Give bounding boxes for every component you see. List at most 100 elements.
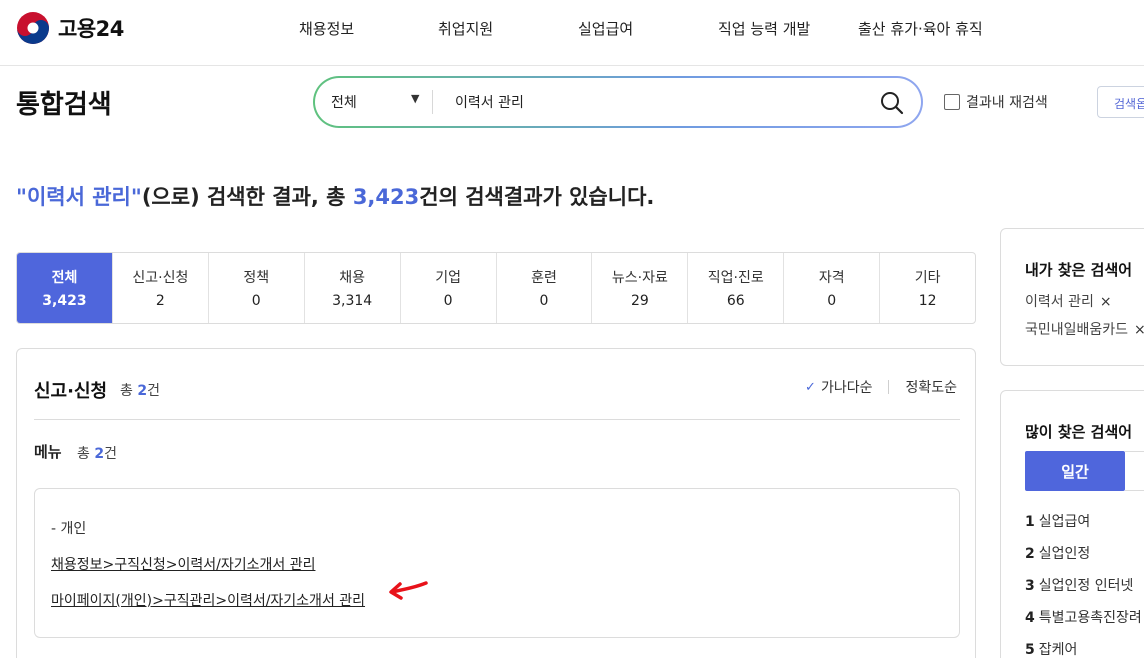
tab-news[interactable]: 뉴스·자료 29 bbox=[592, 253, 689, 323]
tab-count: 0 bbox=[827, 293, 837, 309]
gnb-item-unemployment-benefit[interactable]: 실업급여 bbox=[578, 18, 633, 39]
tab-recruitment[interactable]: 채용 3,314 bbox=[305, 253, 401, 323]
triangle-down-icon[interactable]: ▼ bbox=[411, 92, 419, 105]
tab-count: 66 bbox=[726, 293, 745, 309]
section-total-count: 2 bbox=[137, 383, 148, 399]
menu-link-mypage-resume[interactable]: 마이페이지(개인)>구직관리>이력서/자기소개서 관리 bbox=[51, 590, 365, 610]
tab-count: 0 bbox=[539, 293, 549, 309]
tab-label: 기타 bbox=[914, 270, 941, 286]
section-divider bbox=[34, 419, 960, 420]
tab-count: 0 bbox=[443, 293, 453, 309]
tab-label: 채용 bbox=[339, 270, 366, 286]
gnb-item-vocational-training[interactable]: 직업 능력 개발 bbox=[718, 18, 810, 39]
popular-search-item[interactable]: 4 특별고용촉진장려 bbox=[1025, 607, 1142, 627]
popular-term[interactable]: 실업급여 bbox=[1039, 514, 1091, 530]
popular-term[interactable]: 실업인정 bbox=[1039, 546, 1091, 562]
page-title: 통합검색 bbox=[16, 90, 112, 120]
recent-searches-panel: 내가 찾은 검색어 이력서 관리 × 국민내일배움카드 × bbox=[1000, 228, 1144, 366]
tab-count: 0 bbox=[251, 293, 261, 309]
brand-name: 고용24 bbox=[58, 17, 124, 41]
scope-divider bbox=[432, 90, 433, 114]
popular-rank: 2 bbox=[1025, 546, 1035, 562]
recent-search-term[interactable]: 이력서 관리 bbox=[1025, 294, 1094, 310]
summary-keyword: 이력서 관리 bbox=[26, 185, 131, 209]
tab-count: 3,314 bbox=[332, 293, 373, 309]
tab-career[interactable]: 직업·진로 66 bbox=[688, 253, 785, 323]
recent-search-item[interactable]: 이력서 관리 × bbox=[1025, 291, 1112, 311]
tab-label: 전체 bbox=[51, 270, 78, 286]
popular-searches-title: 많이 찾은 검색어 bbox=[1025, 423, 1133, 441]
tab-all[interactable]: 전체 3,423 bbox=[17, 253, 113, 323]
tab-certification[interactable]: 자격 0 bbox=[784, 253, 881, 323]
close-icon[interactable]: × bbox=[1100, 294, 1112, 310]
search-icon[interactable] bbox=[879, 90, 905, 116]
popular-term[interactable]: 실업인정 인터넷 bbox=[1039, 578, 1134, 594]
tab-policy[interactable]: 정책 0 bbox=[209, 253, 305, 323]
summary-quote-close: " bbox=[130, 185, 142, 209]
search-box: 전체 ▼ bbox=[313, 76, 923, 128]
menu-total-count: 2 bbox=[94, 446, 105, 462]
tab-etc[interactable]: 기타 12 bbox=[880, 253, 975, 323]
recheck-checkbox[interactable] bbox=[944, 94, 960, 110]
close-icon[interactable]: × bbox=[1134, 322, 1144, 338]
tab-count: 3,423 bbox=[42, 293, 87, 309]
summary-tail: 건의 검색결과가 있습니다. bbox=[419, 185, 655, 209]
menu-total-prefix: 총 bbox=[77, 446, 95, 462]
menu-result-box: - 개인 채용정보>구직신청>이력서/자기소개서 관리 마이페이지(개인)>구직… bbox=[34, 488, 960, 638]
section-title: 신고·신청 bbox=[34, 381, 108, 402]
tab-count: 12 bbox=[918, 293, 937, 309]
logo[interactable]: 고용24 bbox=[16, 11, 124, 45]
popular-rank: 4 bbox=[1025, 610, 1035, 626]
popular-rank: 5 bbox=[1025, 642, 1035, 658]
tab-report-application[interactable]: 신고·신청 2 bbox=[113, 253, 209, 323]
popular-rank: 1 bbox=[1025, 514, 1035, 530]
tab-label: 자격 bbox=[818, 270, 845, 286]
gnb-item-jobs[interactable]: 채용정보 bbox=[299, 18, 354, 39]
popular-term[interactable]: 잡케어 bbox=[1039, 642, 1078, 658]
menu-total-suffix: 건 bbox=[104, 446, 117, 462]
recheck-label: 결과내 재검색 bbox=[966, 95, 1048, 111]
popular-search-item[interactable]: 1 실업급여 bbox=[1025, 511, 1090, 531]
summary-total: 3,423 bbox=[352, 185, 420, 209]
popular-term[interactable]: 특별고용촉진장려 bbox=[1039, 610, 1142, 626]
taegeuk-logo-icon bbox=[17, 12, 49, 44]
menu-title: 메뉴 bbox=[34, 443, 62, 461]
tab-label: 신고·신청 bbox=[132, 270, 189, 286]
recheck-toggle[interactable]: 결과내 재검색 bbox=[944, 92, 1048, 112]
tab-label: 정책 bbox=[243, 270, 270, 286]
sort-accuracy[interactable]: 정확도순 bbox=[905, 377, 957, 397]
summary-mid: (으로) 검색한 결과, 총 bbox=[141, 185, 353, 209]
search-scope-select[interactable]: 전체 bbox=[331, 92, 357, 112]
tab-company[interactable]: 기업 0 bbox=[401, 253, 497, 323]
search-input[interactable] bbox=[455, 89, 855, 115]
site-header: 고용24 채용정보 취업지원 실업급여 직업 능력 개발 출산 휴가·육아 휴직 bbox=[0, 0, 1144, 66]
gnb-item-leave[interactable]: 출산 휴가·육아 휴직 bbox=[858, 18, 983, 39]
section-total-prefix: 총 bbox=[120, 383, 138, 399]
sort-alphabetical[interactable]: 가나다순 bbox=[821, 377, 873, 397]
check-icon: ✓ bbox=[805, 379, 816, 395]
popular-search-item[interactable]: 2 실업인정 bbox=[1025, 543, 1090, 563]
sort-options: ✓ 가나다순 정확도순 bbox=[805, 377, 957, 397]
menu-link-jobs-resume[interactable]: 채용정보>구직신청>이력서/자기소개서 관리 bbox=[51, 554, 315, 574]
period-daily-button[interactable]: 일간 bbox=[1025, 451, 1125, 491]
popular-search-item[interactable]: 5 잡케어 bbox=[1025, 639, 1077, 658]
summary-quote-open: " bbox=[16, 185, 27, 209]
tab-count: 29 bbox=[630, 293, 649, 309]
tab-label: 직업·진로 bbox=[707, 270, 764, 286]
tab-label: 뉴스·자료 bbox=[611, 270, 668, 286]
section-total-suffix: 건 bbox=[147, 383, 160, 399]
popular-search-item[interactable]: 3 실업인정 인터넷 bbox=[1025, 575, 1133, 595]
popular-searches-panel: 많이 찾은 검색어 일간 1 실업급여 2 실업인정 3 실업인정 인터넷 4 특별고용… bbox=[1000, 390, 1144, 658]
gnb-item-employment-support[interactable]: 취업지원 bbox=[438, 18, 493, 39]
menu-total: 총 2건 bbox=[77, 443, 117, 463]
tab-training[interactable]: 훈련 0 bbox=[497, 253, 593, 323]
result-section: 신고·신청 총 2건 ✓ 가나다순 정확도순 메뉴 총 2건 - 개인 채용정보… bbox=[16, 348, 976, 658]
period-other-button[interactable] bbox=[1125, 451, 1144, 491]
recent-search-item[interactable]: 국민내일배움카드 × bbox=[1025, 319, 1144, 339]
search-option-button[interactable]: 검색옵 bbox=[1097, 86, 1144, 118]
tab-count: 2 bbox=[155, 293, 165, 309]
recent-search-term[interactable]: 국민내일배움카드 bbox=[1025, 322, 1128, 338]
tab-label: 훈련 bbox=[531, 270, 557, 286]
section-total: 총 2건 bbox=[120, 380, 160, 400]
menu-group-label: - 개인 bbox=[51, 521, 87, 537]
